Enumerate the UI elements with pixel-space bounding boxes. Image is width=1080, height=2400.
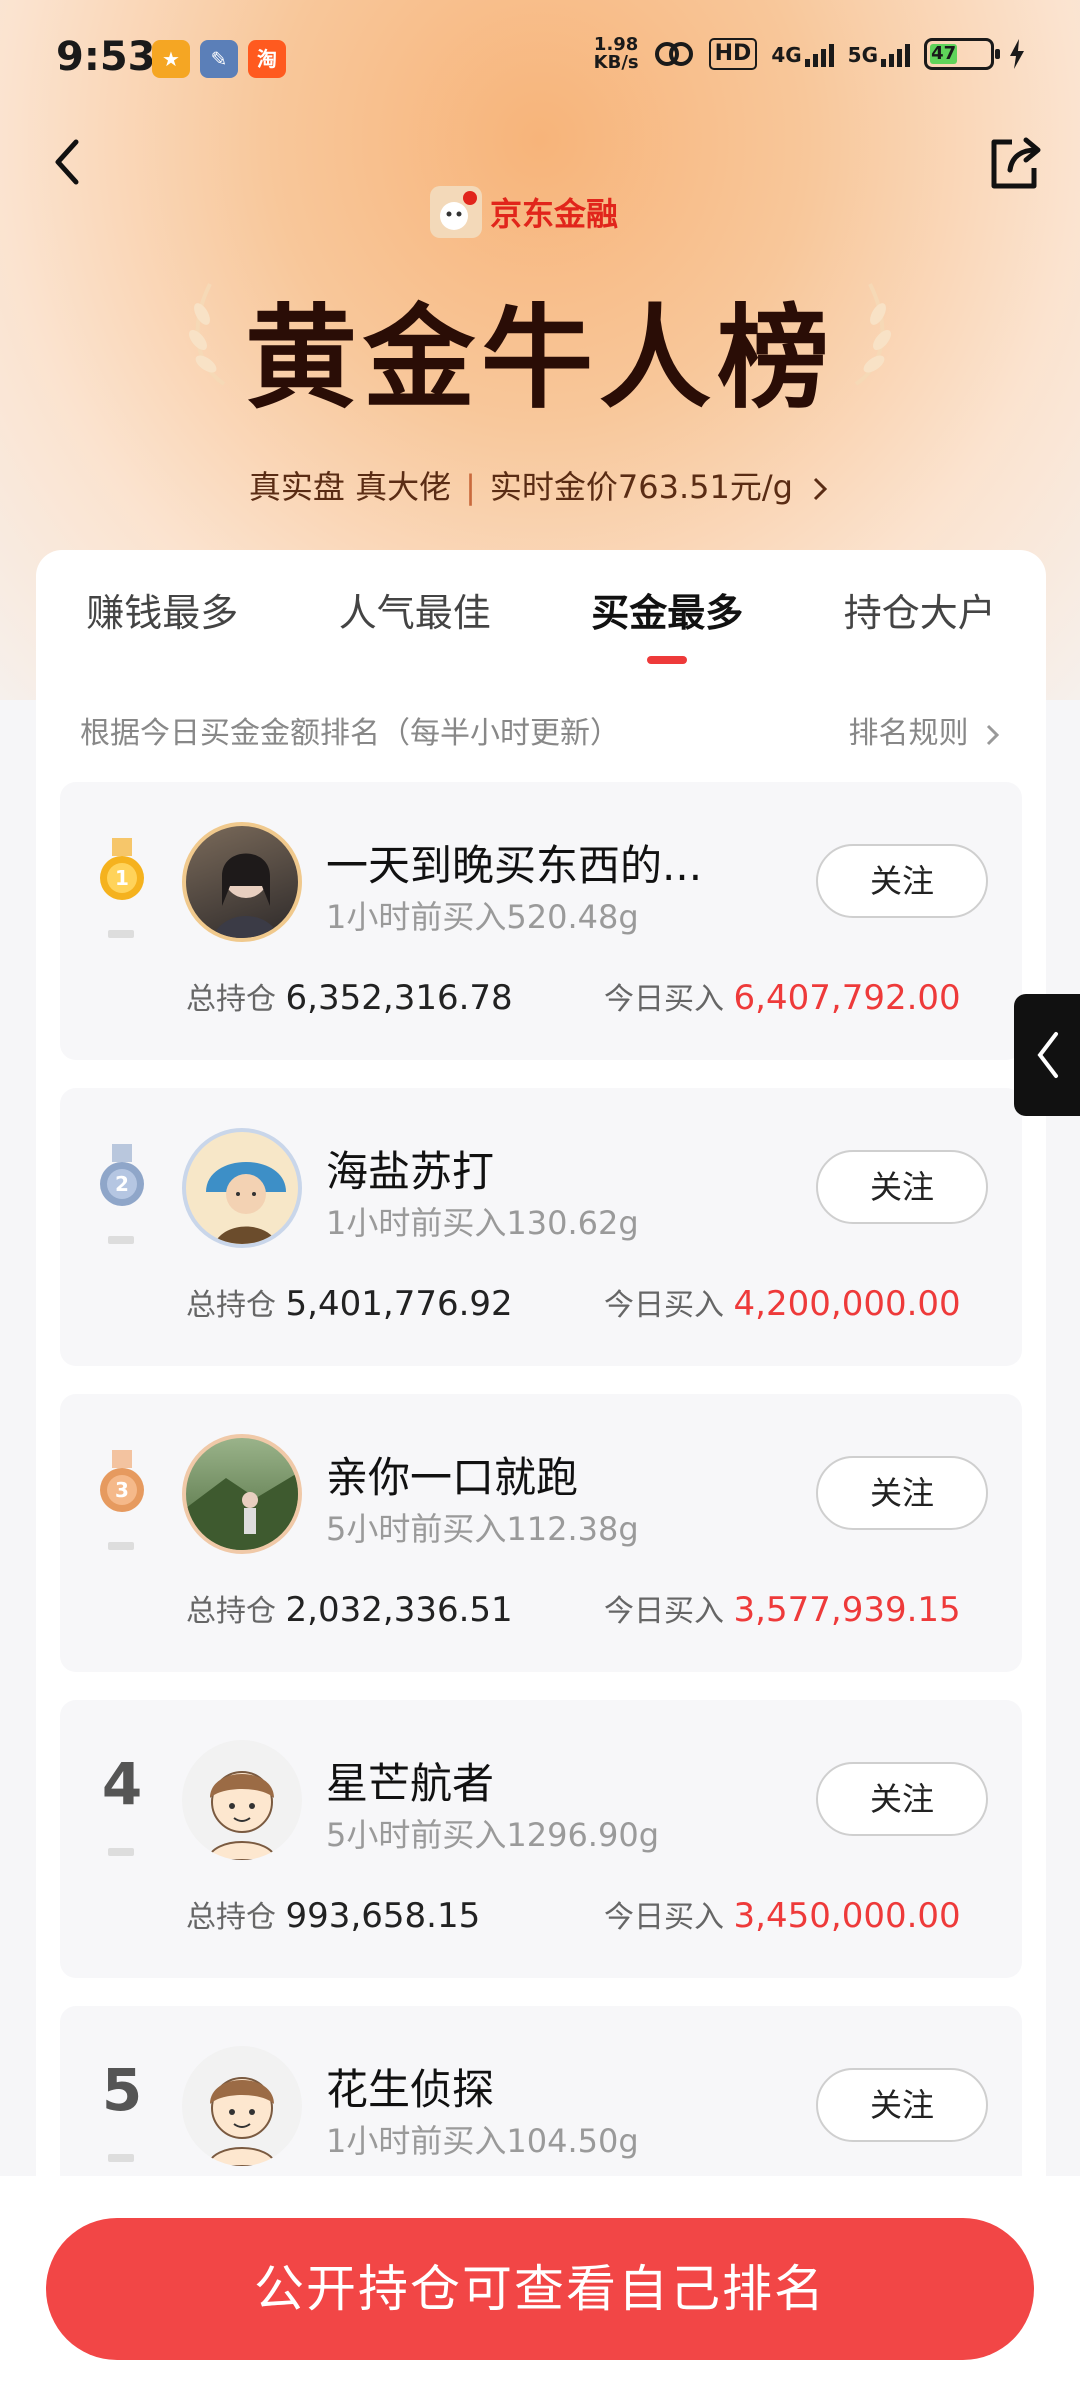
ranking-entry[interactable]: 2 海盐苏打 1小时前买入130.62g 关注 总持仓 5,401,776.92… xyxy=(60,1088,1022,1366)
brand-name: 京东金融 xyxy=(490,195,619,233)
tab-most-popular[interactable]: 人气最佳 xyxy=(305,582,525,682)
wrench-notification-icon: ✎ xyxy=(200,40,238,78)
follow-button[interactable]: 关注 xyxy=(816,1762,988,1836)
user-name: 花生侦探 xyxy=(326,2065,495,2114)
recent-purchase: 1小时前买入130.62g xyxy=(326,1204,639,1242)
side-drawer-handle[interactable] xyxy=(1014,994,1080,1116)
status-bar: 9:53 ★ ✎ 淘 1.98 KB/s HD 4G 5G 47 xyxy=(0,0,1080,120)
avatar[interactable] xyxy=(182,2046,302,2166)
back-arrow-icon xyxy=(55,139,79,185)
user-name: 亲你一口就跑 xyxy=(326,1453,579,1502)
ranking-rules-link[interactable]: 排名规则 xyxy=(848,708,1002,752)
page-title: 黄金牛人榜 xyxy=(245,294,835,424)
rank-number: 5 xyxy=(101,2056,143,2124)
tab-most-profit[interactable]: 赚钱最多 xyxy=(52,582,272,682)
gold-price: 实时金价763.51元/g xyxy=(489,468,793,506)
svg-text:2: 2 xyxy=(115,1172,129,1196)
total-holding: 总持仓 2,032,336.51 xyxy=(186,1590,513,1630)
rank-change-indicator xyxy=(108,1236,134,1244)
tab-most-bought[interactable]: 买金最多 xyxy=(557,582,777,682)
rank-change-indicator xyxy=(108,930,134,938)
svg-text:1: 1 xyxy=(115,866,129,890)
recent-purchase: 5小时前买入112.38g xyxy=(326,1510,639,1548)
user-name: 海盐苏打 xyxy=(326,1147,495,1196)
today-bought: 今日买入 4,200,000.00 xyxy=(604,1284,961,1324)
battery-icon: 47 xyxy=(924,38,1000,70)
net-speed: 1.98 KB/s xyxy=(593,34,639,73)
total-holding: 总持仓 5,401,776.92 xyxy=(186,1284,513,1324)
tab-biggest-holding[interactable]: 持仓大户 xyxy=(810,582,1030,682)
link-icon xyxy=(654,42,693,66)
avatar[interactable] xyxy=(182,1740,302,1860)
today-bought: 今日买入 3,450,000.00 xyxy=(604,1896,961,1936)
total-holding: 总持仓 993,658.15 xyxy=(186,1896,481,1936)
status-time: 9:53 xyxy=(56,34,156,80)
rank-change-indicator xyxy=(108,1542,134,1550)
default-avatar-icon xyxy=(206,2077,278,2166)
laurel-right-icon xyxy=(854,283,891,386)
follow-button[interactable]: 关注 xyxy=(816,2068,988,2142)
signal-4g: 4G xyxy=(771,41,834,67)
recent-purchase: 1小时前买入520.48g xyxy=(326,898,639,936)
user-name: 一天到晚买东西的... xyxy=(326,841,703,890)
rank-change-indicator xyxy=(108,2154,134,2162)
ranking-description: 根据今日买金金额排名（每半小时更新） xyxy=(80,716,620,751)
jd-finance-logo-icon xyxy=(430,186,482,238)
silver-medal-icon: 2 xyxy=(100,1144,144,1206)
ranking-entry[interactable]: 1 一天到晚买东西的... 1小时前买入520.48g 关注 总持仓 6,352… xyxy=(60,782,1022,1060)
public-holding-button[interactable]: 公开持仓可查看自己排名 xyxy=(46,2218,1034,2360)
rank-change-indicator xyxy=(108,1848,134,1856)
ranking-tabs: 赚钱最多 人气最佳 买金最多 持仓大户 xyxy=(36,582,1046,682)
gold-price-link[interactable]: 真实盘 真大佬 | 实时金价763.51元/g xyxy=(0,462,1080,508)
chevron-left-icon xyxy=(1037,1032,1058,1078)
follow-button[interactable]: 关注 xyxy=(816,1150,988,1224)
hd-badge: HD xyxy=(708,38,758,70)
svg-text:3: 3 xyxy=(115,1478,129,1502)
follow-button[interactable]: 关注 xyxy=(816,844,988,918)
tagline-slogan: 真实盘 真大佬 xyxy=(248,468,452,506)
chevron-right-icon xyxy=(986,724,1000,745)
recent-purchase: 1小时前买入104.50g xyxy=(326,2122,639,2160)
rank-number: 4 xyxy=(101,1750,143,1818)
default-avatar-icon xyxy=(206,1771,278,1860)
ranking-entry[interactable]: 4 星芒航者 5小时前买入1296.90g 关注 总持仓 993,658.15 … xyxy=(60,1700,1022,1978)
separator: | xyxy=(465,468,476,506)
signal-5g: 5G xyxy=(848,41,910,67)
charging-icon xyxy=(1010,39,1024,69)
ranking-entry[interactable]: 3 亲你一口就跑 5小时前买入112.38g 关注 总持仓 2,032,336.… xyxy=(60,1394,1022,1672)
avatar[interactable] xyxy=(182,1128,302,1248)
share-button[interactable] xyxy=(982,132,1046,196)
avatar[interactable] xyxy=(182,1434,302,1554)
recent-purchase: 5小时前买入1296.90g xyxy=(326,1816,660,1854)
avatar[interactable] xyxy=(182,822,302,942)
share-icon xyxy=(991,137,1041,189)
brand: 京东金融 xyxy=(430,186,618,238)
taobao-notification-icon: 淘 xyxy=(248,40,286,78)
app-notification-icon: ★ xyxy=(152,40,190,78)
follow-button[interactable]: 关注 xyxy=(816,1456,988,1530)
total-holding: 总持仓 6,352,316.78 xyxy=(186,978,513,1018)
bronze-medal-icon: 3 xyxy=(100,1450,144,1512)
chevron-right-icon xyxy=(814,477,828,501)
user-name: 星芒航者 xyxy=(326,1759,495,1808)
gold-medal-icon: 1 xyxy=(100,838,144,900)
today-bought: 今日买入 6,407,792.00 xyxy=(604,978,961,1018)
today-bought: 今日买入 3,577,939.15 xyxy=(604,1590,961,1630)
ranking-card: 赚钱最多 人气最佳 买金最多 持仓大户 根据今日买金金额排名（每半小时更新） 排… xyxy=(36,550,1046,2400)
back-button[interactable] xyxy=(40,132,100,192)
bottom-bar: 公开持仓可查看自己排名 xyxy=(0,2176,1080,2400)
